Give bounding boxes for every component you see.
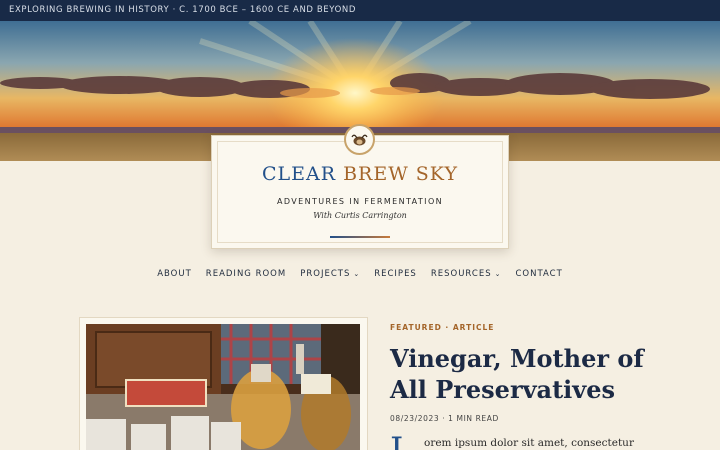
top-announcement-bar: EXPLORING BREWING IN HISTORY · C. 1700 B…: [0, 0, 720, 21]
title-card-border: [217, 141, 503, 243]
article-dropcap: L: [390, 430, 413, 450]
title-divider: [330, 236, 390, 238]
nav-item-projects[interactable]: PROJECTS ⌄: [300, 269, 360, 279]
article-title[interactable]: Vinegar, Mother of All Preservatives: [390, 343, 650, 405]
site-title-part2: BREW SKY: [343, 163, 459, 185]
site-byline: With Curtis Carrington: [313, 211, 407, 220]
featured-label: FEATURED · ARTICLE: [390, 323, 495, 332]
yak-icon: [351, 134, 368, 146]
chevron-down-icon: ⌄: [494, 270, 502, 278]
nav-item-label: CONTACT: [515, 269, 563, 279]
site-title-part1: CLEAR: [261, 163, 337, 185]
nav-item-about[interactable]: ABOUT: [157, 269, 192, 279]
site-tagline: ADVENTURES IN FERMENTATION: [276, 197, 444, 206]
nav-item-label: RESOURCES: [430, 269, 492, 279]
nav-item-reading-room[interactable]: READING ROOM: [206, 269, 286, 279]
article-excerpt: orem ipsum dolor sit amet, consectetur: [424, 437, 634, 449]
nav-item-recipes[interactable]: RECIPES: [374, 269, 417, 279]
nav-item-label: RECIPES: [374, 269, 417, 279]
nav-item-contact[interactable]: CONTACT: [516, 269, 563, 279]
main-nav: ABOUT READING ROOM PROJECTS ⌄ RECIPES RES…: [0, 269, 720, 279]
nav-item-label: ABOUT: [157, 269, 192, 279]
topbar-text: EXPLORING BREWING IN HISTORY · C. 1700 B…: [9, 5, 356, 15]
article-meta: 08/23/2023 · 1 MIN READ: [390, 414, 499, 423]
featured-article-image[interactable]: [86, 324, 360, 450]
chevron-down-icon: ⌄: [353, 270, 361, 278]
site-logo[interactable]: [344, 124, 375, 155]
nav-item-label: PROJECTS: [300, 269, 351, 279]
nav-item-resources[interactable]: RESOURCES ⌄: [431, 269, 502, 279]
nav-item-label: READING ROOM: [205, 269, 287, 279]
site-title[interactable]: CLEAR BREW SKY: [211, 163, 509, 185]
